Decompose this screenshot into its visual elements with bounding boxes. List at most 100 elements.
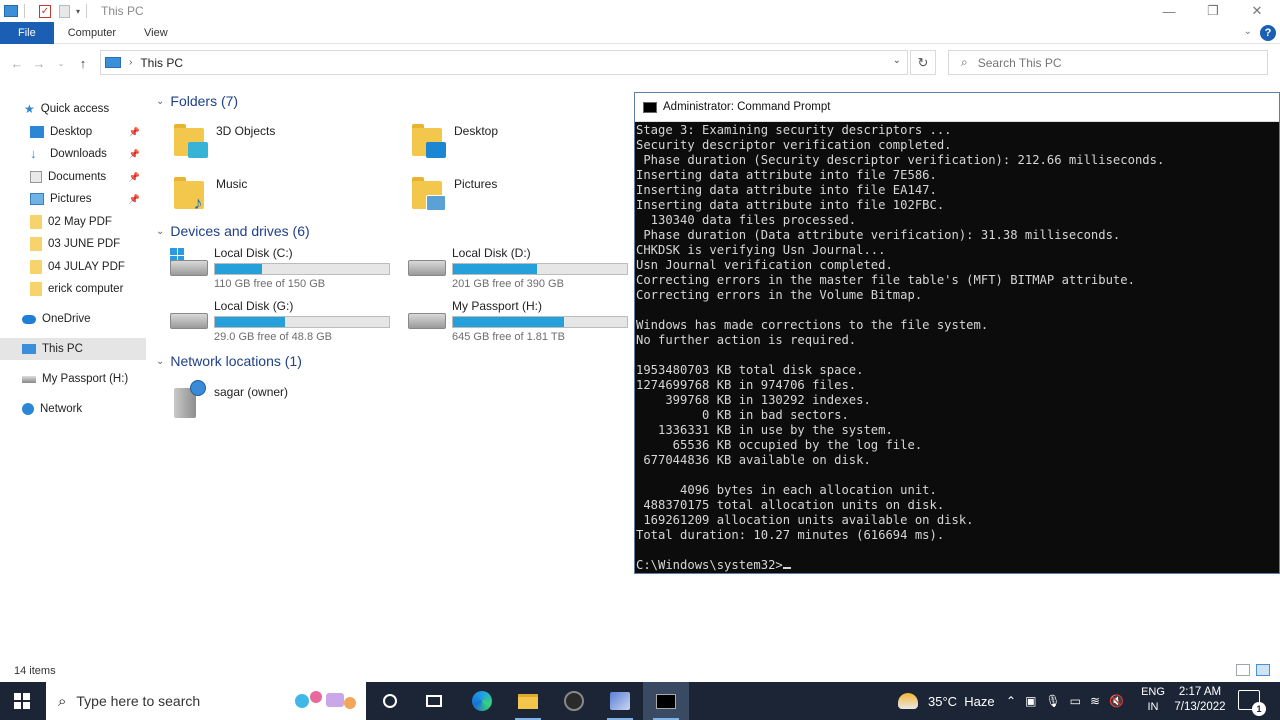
- properties-icon[interactable]: ✓: [39, 4, 51, 18]
- folder-item-3d-objects[interactable]: 3D Objects: [172, 122, 275, 160]
- task-view-button[interactable]: [411, 682, 457, 720]
- nav-my-passport[interactable]: My Passport (H:): [0, 368, 146, 390]
- drive-item-h[interactable]: My Passport (H:) 645 GB free of 1.81 TB: [406, 299, 632, 343]
- tab-view[interactable]: View: [130, 22, 182, 44]
- help-icon[interactable]: ?: [1260, 25, 1276, 41]
- pin-icon[interactable]: 📌: [129, 149, 140, 160]
- network-location-item[interactable]: sagar (owner): [170, 380, 288, 420]
- network-computer-icon: [170, 380, 206, 420]
- nav-downloads[interactable]: ↓ Downloads 📌: [0, 143, 146, 165]
- back-button[interactable]: ←: [6, 56, 28, 71]
- taskbar-app[interactable]: [597, 682, 643, 720]
- group-header-network[interactable]: ⌄ Network locations (1): [156, 353, 302, 369]
- language-indicator[interactable]: ENG IN: [1138, 685, 1168, 715]
- cmd-title-bar[interactable]: Administrator: Command Prompt: [635, 93, 1279, 122]
- nav-folder-erick-computer[interactable]: erick computer: [0, 278, 146, 300]
- taskbar-app-recorder[interactable]: [551, 682, 597, 720]
- drive-free-space: 110 GB free of 150 GB: [214, 278, 326, 290]
- windows-logo-icon: [14, 693, 30, 709]
- weather-icon: [898, 693, 918, 709]
- taskbar-search-box[interactable]: ⌕ Type here to search: [46, 682, 366, 720]
- folder-icon: [30, 260, 42, 274]
- nav-folder-04-julay-pdf[interactable]: 04 JULAY PDF: [0, 256, 146, 278]
- cortana-button[interactable]: [367, 682, 413, 720]
- nav-pictures[interactable]: Pictures 📌: [0, 188, 146, 210]
- quick-access-toolbar-dropdown-icon[interactable]: ▾: [76, 7, 80, 16]
- pin-icon[interactable]: 📌: [129, 194, 140, 205]
- breadcrumb[interactable]: This PC: [140, 56, 183, 70]
- refresh-button[interactable]: ↻: [910, 50, 936, 75]
- group-title: Devices and drives (6): [170, 223, 310, 239]
- cmd-output-line: [636, 303, 1279, 318]
- minimize-button[interactable]: —: [1146, 0, 1192, 22]
- chevron-up-icon[interactable]: ⌃: [1006, 694, 1016, 708]
- address-bar[interactable]: › This PC ⌄: [100, 50, 908, 75]
- tab-file[interactable]: File: [0, 21, 54, 44]
- wifi-icon[interactable]: ≋: [1090, 694, 1100, 708]
- drive-item-g[interactable]: Local Disk (G:) 29.0 GB free of 48.8 GB: [168, 299, 394, 343]
- tab-computer[interactable]: Computer: [54, 22, 130, 44]
- nav-desktop[interactable]: Desktop 📌: [0, 121, 146, 143]
- cmd-output-line: [636, 468, 1279, 483]
- cmd-output-line: No further action is required.: [636, 333, 857, 347]
- chevron-down-icon[interactable]: ⌄: [156, 96, 164, 107]
- drive-item-d[interactable]: Local Disk (D:) 201 GB free of 390 GB: [406, 246, 632, 290]
- taskbar-command-prompt[interactable]: [643, 682, 689, 720]
- start-button[interactable]: [0, 682, 44, 720]
- group-header-folders[interactable]: ⌄ Folders (7): [156, 93, 238, 109]
- documents-icon: [30, 171, 42, 183]
- nav-onedrive[interactable]: OneDrive: [0, 308, 146, 330]
- search-input[interactable]: [977, 55, 1238, 70]
- folder-3d-objects-icon: [172, 122, 208, 160]
- search-box[interactable]: ⌕: [948, 50, 1268, 75]
- folder-item-music[interactable]: ♪ Music: [172, 175, 247, 213]
- nav-folder-03-june-pdf[interactable]: 03 JUNE PDF: [0, 233, 146, 255]
- nav-label: Network: [40, 403, 83, 415]
- pc-icon: [22, 344, 36, 354]
- taskbar-edge[interactable]: [459, 682, 505, 720]
- cmd-output-line: 1274699768 KB in 974706 files.: [636, 378, 857, 392]
- breadcrumb-separator-icon[interactable]: ›: [129, 57, 132, 68]
- navigation-pane: ★ Quick access Desktop 📌 ↓ Downloads 📌 D…: [0, 82, 150, 662]
- drive-item-c[interactable]: Local Disk (C:) 110 GB free of 150 GB: [168, 246, 394, 290]
- explorer-title-bar: ✓ ▾ This PC — ❐ ✕: [0, 0, 1280, 22]
- chevron-down-icon[interactable]: ⌄: [156, 356, 164, 367]
- folder-name: Pictures: [454, 177, 498, 191]
- nav-quick-access[interactable]: ★ Quick access: [0, 98, 146, 120]
- drive-name: Local Disk (D:): [452, 246, 531, 260]
- taskbar-clock[interactable]: 2:17 AM 7/13/2022: [1168, 685, 1232, 715]
- cmd-output[interactable]: Stage 3: Examining security descriptors …: [635, 122, 1279, 573]
- new-folder-icon[interactable]: [59, 4, 70, 18]
- folder-name: Music: [216, 177, 248, 191]
- nav-documents[interactable]: Documents 📌: [0, 166, 146, 188]
- large-icons-view-icon[interactable]: [1256, 664, 1270, 676]
- weather-widget[interactable]: 35°C Haze: [898, 682, 995, 720]
- microphone-icon[interactable]: 🎙: [1045, 694, 1060, 708]
- expand-ribbon-icon[interactable]: ⌄: [1244, 26, 1252, 37]
- nav-this-pc[interactable]: This PC: [0, 338, 146, 360]
- restore-button[interactable]: ❐: [1190, 0, 1236, 22]
- recent-locations-icon[interactable]: ⌄: [50, 59, 72, 68]
- folder-item-pictures[interactable]: Pictures: [410, 175, 497, 213]
- forward-button[interactable]: →: [28, 56, 50, 71]
- speaker-muted-icon[interactable]: 🔇: [1109, 694, 1124, 708]
- nav-network[interactable]: Network: [0, 398, 146, 420]
- folder-item-desktop[interactable]: Desktop: [410, 122, 498, 160]
- address-dropdown-icon[interactable]: ⌄: [893, 55, 901, 66]
- battery-icon[interactable]: ▭: [1070, 694, 1081, 708]
- meet-now-icon[interactable]: ▣: [1025, 694, 1036, 708]
- address-row: ← → ⌄ ↑ › This PC ⌄ ↻ ⌕: [0, 44, 1280, 82]
- pc-icon: [4, 5, 18, 17]
- pin-icon[interactable]: 📌: [129, 127, 140, 138]
- taskbar-file-explorer[interactable]: [505, 682, 551, 720]
- details-view-icon[interactable]: [1236, 664, 1250, 676]
- close-button[interactable]: ✕: [1234, 0, 1280, 22]
- cmd-output-line: Inserting data attribute into file 102FB…: [636, 198, 945, 212]
- command-prompt-window[interactable]: Administrator: Command Prompt Stage 3: E…: [634, 92, 1280, 574]
- pin-icon[interactable]: 📌: [129, 172, 140, 183]
- group-header-drives[interactable]: ⌄ Devices and drives (6): [156, 223, 310, 239]
- nav-folder-02-may-pdf[interactable]: 02 May PDF: [0, 211, 146, 233]
- up-button[interactable]: ↑: [72, 56, 94, 71]
- chevron-down-icon[interactable]: ⌄: [156, 226, 164, 237]
- cmd-output-line: Windows has made corrections to the file…: [636, 318, 989, 332]
